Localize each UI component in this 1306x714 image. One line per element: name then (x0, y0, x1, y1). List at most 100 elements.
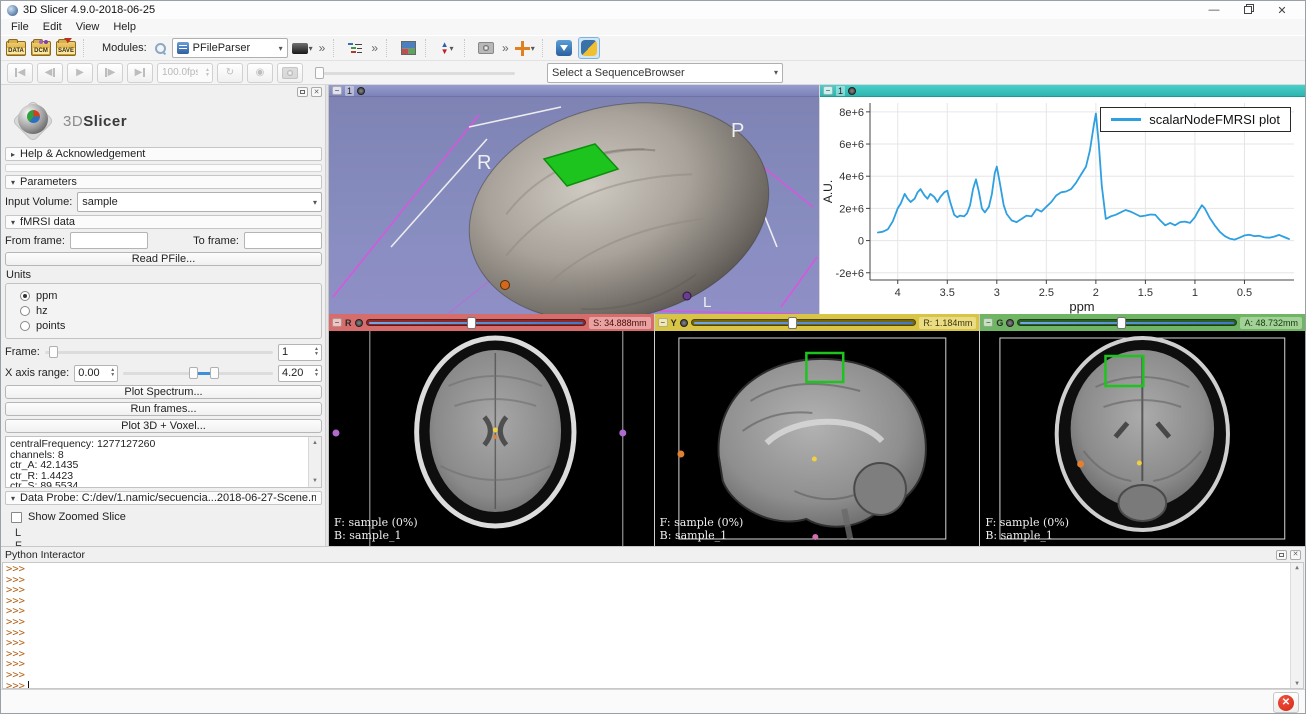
capture-button[interactable] (475, 37, 497, 59)
module-history-button[interactable] (344, 37, 366, 59)
minimize-button[interactable]: — (1197, 2, 1231, 18)
view-pin-icon[interactable] (680, 319, 688, 327)
green-slice-layer-labels: F: sample (0%) B: sample_1 (985, 516, 1069, 542)
menu-help[interactable]: Help (107, 20, 142, 34)
menu-file[interactable]: File (5, 20, 35, 34)
camera-icon (478, 42, 494, 54)
seq-snapshot-button[interactable] (277, 63, 303, 83)
python-interactor-button[interactable] (578, 37, 600, 59)
seq-previous-frame-button[interactable]: ◀ (37, 63, 63, 83)
close-button[interactable]: ✕ (1265, 2, 1299, 18)
spin-arrows-icon[interactable]: ▲▼ (314, 347, 321, 357)
plot-spectrum-button[interactable]: Plot Spectrum... (5, 385, 322, 399)
save-button[interactable]: SAVE (55, 37, 77, 59)
header-info-textbox[interactable]: centralFrequency: 1277127260 channels: 8… (5, 436, 322, 488)
crosshair-button[interactable]: ▾ (514, 37, 536, 59)
green-slice-slider[interactable] (1017, 319, 1237, 326)
view-collapse-button[interactable]: − (983, 318, 993, 327)
menu-edit[interactable]: Edit (37, 20, 68, 34)
help-acknowledgement-section[interactable]: ▸ Help & Acknowledgement (5, 147, 322, 161)
read-pfile-button[interactable]: Read PFile... (5, 252, 322, 266)
seq-last-frame-button[interactable]: ▶ (127, 63, 153, 83)
x-min-input[interactable] (75, 367, 105, 379)
green-slice-view[interactable]: F: sample (0%) B: sample_1 (980, 331, 1305, 546)
input-volume-combo[interactable]: sample ▾ (77, 192, 322, 212)
python-console[interactable]: >>>>>>>>>>>>>>>>>>>>>>>>>>>>>>>>>>>> ▲ ▼ (2, 562, 1304, 689)
svg-text:-2e+6: -2e+6 (836, 268, 864, 280)
seq-record-button[interactable]: ◉ (247, 63, 273, 83)
module-selector-combo[interactable]: PFileParser ▾ (172, 38, 288, 58)
screenshot-button[interactable]: ▾ (291, 37, 314, 59)
module-panel-scrollbar[interactable] (325, 85, 328, 546)
fmrsi-data-section[interactable]: ▾ fMRSI data (5, 215, 322, 229)
seq-first-frame-button[interactable]: ◀ (7, 63, 33, 83)
panel-undock-button[interactable] (297, 87, 308, 97)
run-frames-button[interactable]: Run frames... (5, 402, 322, 416)
from-frame-input[interactable] (70, 232, 148, 249)
x-max-input[interactable] (279, 367, 309, 379)
scroll-down-icon[interactable]: ▼ (1295, 680, 1299, 687)
python-console-scrollbar[interactable]: ▲ ▼ (1290, 563, 1303, 688)
yellow-slice-slider[interactable] (691, 319, 917, 326)
layout-selector-button[interactable] (397, 37, 419, 59)
frame-value-input[interactable] (279, 346, 309, 358)
red-slice-view[interactable]: F: sample (0%) B: sample_1 (329, 331, 654, 546)
yellow-slice-view[interactable]: F: sample (0%) B: sample_1 (655, 331, 980, 546)
restore-views-button[interactable]: ▲▼ ▾ (436, 37, 458, 59)
x-min-spinbox[interactable]: ▲▼ (74, 365, 118, 382)
x-axis-range-slider[interactable] (123, 364, 273, 382)
radio-points[interactable]: points (20, 318, 313, 333)
x-max-spinbox[interactable]: ▲▼ (278, 365, 322, 382)
view-collapse-button[interactable]: − (332, 318, 342, 327)
seq-loop-button[interactable]: ↻ (217, 63, 243, 83)
show-zoomed-slice-row[interactable]: Show Zoomed Slice (11, 509, 322, 525)
toolbar-overflow[interactable]: » (317, 41, 328, 55)
spin-arrows-icon[interactable]: ▲▼ (110, 368, 117, 378)
frame-spinbox[interactable]: ▲▼ (278, 344, 322, 361)
to-frame-input[interactable] (244, 232, 322, 249)
dicom-button[interactable]: DCM (30, 37, 52, 59)
module-search-icon[interactable] (154, 42, 166, 54)
view-pin-icon[interactable] (357, 87, 365, 95)
plot-3d-voxel-button[interactable]: Plot 3D + Voxel... (5, 419, 322, 433)
sequence-browser-combo[interactable]: Select a SequenceBrowser ▾ (547, 63, 783, 83)
restore-button[interactable] (1231, 2, 1265, 18)
red-slice-slider[interactable] (366, 319, 587, 326)
fps-spinbox[interactable]: ▲▼ (157, 63, 213, 83)
panel-close-button[interactable]: ✕ (311, 87, 322, 97)
radio-ppm[interactable]: ppm (20, 288, 313, 303)
extensions-manager-button[interactable] (553, 37, 575, 59)
view-collapse-button[interactable]: − (658, 318, 668, 327)
extensions-icon (556, 40, 572, 56)
spin-arrows-icon[interactable]: ▲▼ (205, 68, 212, 78)
plot-view[interactable]: − 1 43.532.521.510.58e+66e+64e+62e+60-2e… (819, 85, 1305, 314)
save-label: SAVE (57, 48, 75, 54)
menu-view[interactable]: View (70, 20, 106, 34)
threed-view[interactable]: − 1 (329, 85, 819, 314)
seq-next-frame-button[interactable]: ▶ (97, 63, 123, 83)
seq-play-button[interactable]: ▶ (67, 63, 93, 83)
spin-arrows-icon[interactable]: ▲▼ (314, 368, 321, 378)
radio-hz[interactable]: hz (20, 303, 313, 318)
load-data-button[interactable]: DATA (5, 37, 27, 59)
parameters-section[interactable]: ▾ Parameters (5, 175, 322, 189)
view-pin-icon[interactable] (1006, 319, 1014, 327)
show-zoomed-slice-checkbox[interactable] (11, 512, 22, 523)
toolbar-overflow[interactable]: » (500, 41, 511, 55)
view-pin-icon[interactable] (848, 87, 856, 95)
view-pin-icon[interactable] (355, 319, 363, 327)
info-scrollbar[interactable]: ▲▼ (308, 437, 321, 487)
frame-slider[interactable] (45, 343, 273, 361)
scroll-up-icon[interactable]: ▲ (1295, 564, 1299, 571)
view-collapse-button[interactable]: − (332, 86, 342, 95)
fps-input[interactable] (158, 67, 198, 78)
seq-frame-slider[interactable] (315, 64, 515, 82)
error-log-button[interactable]: ✕ (1273, 692, 1299, 713)
toolbar-separator (333, 39, 338, 57)
data-probe-section[interactable]: ▾ Data Probe: C:/dev/1.namic/secuencia..… (5, 491, 322, 505)
toolbar-overflow[interactable]: » (369, 41, 380, 55)
python-close-button[interactable]: ✕ (1290, 550, 1301, 560)
view-collapse-button[interactable]: − (823, 86, 833, 95)
python-undock-button[interactable] (1276, 550, 1287, 560)
help-section-body (5, 164, 322, 172)
